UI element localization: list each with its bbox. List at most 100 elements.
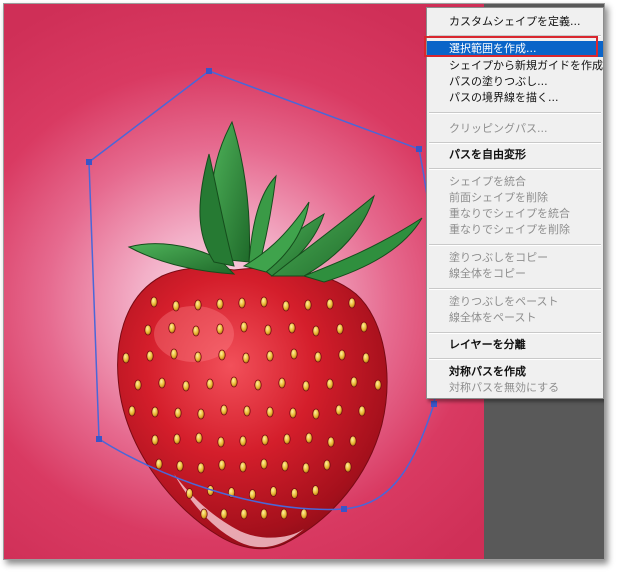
menu-item-define-custom-shape[interactable]: カスタムシェイプを定義... <box>427 14 603 30</box>
seed <box>305 432 313 444</box>
seed <box>302 380 310 392</box>
seed <box>281 460 289 472</box>
seed <box>206 378 214 390</box>
seed <box>335 404 343 416</box>
seed <box>349 435 357 447</box>
seed <box>289 407 297 419</box>
seed <box>314 351 322 363</box>
menu-item-make-symmetry-path[interactable]: 対称パスを作成 <box>427 364 603 380</box>
seed <box>311 485 320 496</box>
menu-item-fill-path[interactable]: パスの塗りつぶし... <box>427 74 603 90</box>
seed <box>312 325 320 337</box>
seed <box>254 379 262 391</box>
seed <box>218 459 226 471</box>
seed <box>128 405 136 417</box>
path-anchor[interactable] <box>206 68 212 74</box>
seed <box>155 458 163 470</box>
seed <box>168 322 176 334</box>
seed <box>151 406 159 418</box>
menu-separator <box>429 142 601 144</box>
seed <box>312 408 320 420</box>
highlight-annotation-box <box>424 36 598 57</box>
seed <box>304 299 312 311</box>
menu-item-subtract-front-shape: 前面シェイプを削除 <box>449 191 548 204</box>
menu-item-paste-stroke: 線全体をペースト <box>449 311 537 324</box>
menu-separator <box>429 332 601 334</box>
context-menu: カスタムシェイプを定義... 選択範囲を作成... シェイプから新規ガイドを作成… <box>426 7 604 399</box>
seed <box>195 432 203 444</box>
menu-item-disable-symmetry-path: 対称パスを無効にする <box>449 381 560 394</box>
seed <box>348 297 356 309</box>
strawberry-leaves <box>127 120 423 283</box>
seed <box>326 378 334 390</box>
seed <box>260 458 268 470</box>
seed <box>327 436 335 448</box>
seed <box>200 508 208 520</box>
path-anchor[interactable] <box>416 146 422 152</box>
seed <box>288 322 296 334</box>
seed <box>290 488 299 499</box>
menu-separator <box>429 112 601 114</box>
menu-item-free-transform-path[interactable]: パスを自由変形 <box>427 147 603 163</box>
menu-separator <box>429 288 601 290</box>
seed <box>238 297 246 309</box>
seed <box>243 405 251 417</box>
path-anchor[interactable] <box>431 401 437 407</box>
seed <box>283 433 291 445</box>
seed <box>151 434 159 446</box>
seed <box>260 296 268 308</box>
seed <box>326 298 334 310</box>
menu-separator <box>429 244 601 246</box>
seed <box>266 350 274 362</box>
seed <box>170 348 178 360</box>
seed <box>302 462 310 474</box>
seed <box>282 300 290 312</box>
seed <box>174 407 182 419</box>
seed <box>338 349 346 361</box>
path-anchor[interactable] <box>341 506 347 512</box>
menu-item-stroke-path[interactable]: パスの境界線を描く... <box>427 90 603 106</box>
seed <box>266 406 274 418</box>
seed <box>217 436 225 448</box>
path-anchor[interactable] <box>86 159 92 165</box>
seed <box>350 376 358 388</box>
seed <box>150 296 158 308</box>
seed <box>182 380 190 392</box>
seed <box>197 462 205 474</box>
seed <box>374 379 382 391</box>
seed <box>216 298 224 310</box>
seed <box>194 351 202 363</box>
menu-item-copy-stroke: 線全体をコピー <box>449 267 526 280</box>
seed <box>362 352 370 364</box>
seed <box>280 508 288 520</box>
seed <box>336 323 344 335</box>
seed <box>192 325 200 337</box>
menu-item-isolate-layers[interactable]: レイヤーを分離 <box>427 337 603 353</box>
path-anchor[interactable] <box>96 436 102 442</box>
seed <box>172 300 180 312</box>
seed <box>144 324 152 336</box>
seed <box>300 508 308 520</box>
menu-item-intersect-shapes: 重なりでシェイプを統合 <box>449 207 570 220</box>
photoshop-window: カスタムシェイプを定義... 選択範囲を作成... シェイプから新規ガイドを作成… <box>3 3 605 560</box>
seed <box>134 379 142 391</box>
menu-item-new-guides-from-shape[interactable]: シェイプから新規ガイドを作成 <box>427 58 603 74</box>
seed <box>194 299 202 311</box>
menu-item-copy-fill: 塗りつぶしをコピー <box>449 251 549 264</box>
seed <box>269 486 278 497</box>
seed <box>264 324 272 336</box>
seed <box>242 352 250 364</box>
seed <box>218 349 226 361</box>
menu-item-clipping-path: クリッピングパス... <box>449 122 548 135</box>
seed <box>197 408 205 420</box>
seed <box>261 434 269 446</box>
menu-item-combine-shapes: シェイプを統合 <box>449 175 526 188</box>
seed <box>323 459 331 471</box>
seed <box>248 489 257 500</box>
seed <box>173 433 181 445</box>
seed <box>240 321 248 333</box>
seed <box>176 460 184 472</box>
seed <box>240 508 248 520</box>
menu-separator <box>429 168 601 170</box>
seed <box>230 376 238 388</box>
